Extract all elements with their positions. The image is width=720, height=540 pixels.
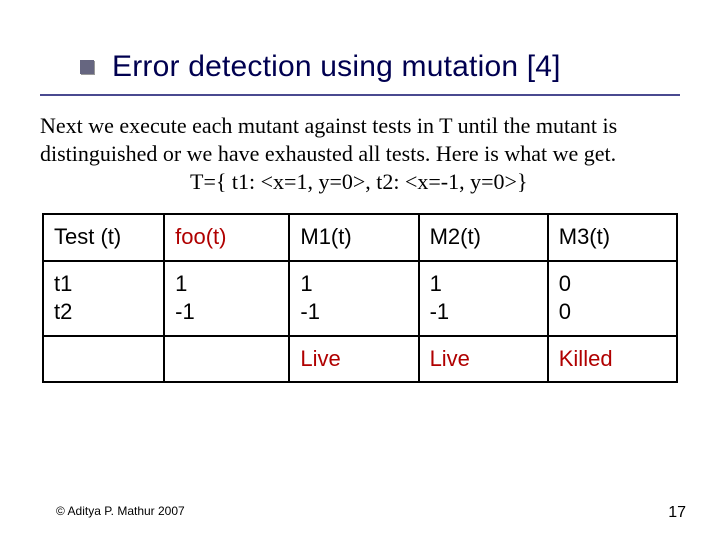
- title-underline: [40, 94, 680, 96]
- body-paragraph: Next we execute each mutant against test…: [40, 112, 680, 167]
- table-status-row: Live Live Killed: [43, 336, 677, 383]
- cell-m2: 1 -1: [419, 261, 548, 336]
- cell-foo: 1 -1: [164, 261, 289, 336]
- table-header-row: Test (t) foo(t) M1(t) M2(t) M3(t): [43, 214, 677, 261]
- cell-status-m2: Live: [419, 336, 548, 383]
- table-values-row: t1 t2 1 -1 1 -1 1 -1 0 0: [43, 261, 677, 336]
- header-m2: M2(t): [419, 214, 548, 261]
- header-m1: M1(t): [289, 214, 418, 261]
- results-table: Test (t) foo(t) M1(t) M2(t) M3(t) t1 t2 …: [42, 213, 678, 383]
- cell-tests: t1 t2: [43, 261, 164, 336]
- cell-m3: 0 0: [548, 261, 677, 336]
- header-m3: M3(t): [548, 214, 677, 261]
- cell-status-test-blank: [43, 336, 164, 383]
- test-set-definition: T={ t1: <x=1, y=0>, t2: <x=-1, y=0>}: [190, 169, 680, 195]
- cell-status-m1: Live: [289, 336, 418, 383]
- cell-status-m3: Killed: [548, 336, 677, 383]
- page-title: Error detection using mutation [4]: [112, 50, 561, 84]
- cell-status-foo-blank: [164, 336, 289, 383]
- footer-copyright: © Aditya P. Mathur 2007: [56, 504, 185, 518]
- header-foo: foo(t): [164, 214, 289, 261]
- cell-m1: 1 -1: [289, 261, 418, 336]
- title-bullet: [80, 60, 94, 74]
- page-number: 17: [668, 504, 686, 522]
- header-test: Test (t): [43, 214, 164, 261]
